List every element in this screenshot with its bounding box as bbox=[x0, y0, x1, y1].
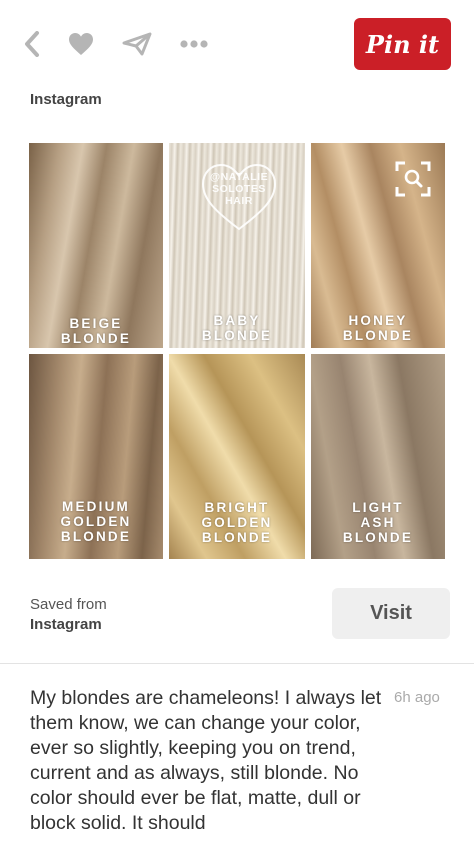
saved-from-source[interactable]: Instagram bbox=[30, 616, 102, 633]
divider bbox=[0, 663, 474, 664]
top-toolbar: Pin it bbox=[0, 0, 474, 88]
tile-label: HONEY BLONDE bbox=[342, 313, 414, 343]
watermark-text: @NATALIE SOLOTES HAIR bbox=[209, 171, 269, 207]
tile-label: BRIGHT GOLDEN BLONDE bbox=[201, 500, 273, 545]
tile-label: BEIGE BLONDE bbox=[60, 316, 132, 346]
zoom-button[interactable] bbox=[395, 161, 431, 197]
back-chevron-icon[interactable] bbox=[20, 28, 44, 60]
pin-it-button[interactable]: Pin it bbox=[354, 18, 451, 70]
pin-image[interactable]: BEIGE BLONDE @NATALIE SOLOTES HAIR BABY … bbox=[29, 143, 445, 559]
heart-icon[interactable] bbox=[66, 28, 96, 60]
tile-label: BABY BLONDE bbox=[201, 313, 273, 343]
zoom-icon bbox=[395, 161, 431, 197]
pin-description: My blondes are chameleons! I always let … bbox=[30, 687, 382, 834]
pin-source-label[interactable]: Instagram bbox=[30, 91, 102, 108]
saved-from-label: Saved from bbox=[30, 596, 107, 613]
hair-swatch-honey-blonde: HONEY BLONDE bbox=[311, 143, 445, 348]
more-dots-icon[interactable] bbox=[177, 28, 211, 60]
tile-label: MEDIUM GOLDEN BLONDE bbox=[60, 499, 132, 544]
hair-swatch-medium-golden-blonde: MEDIUM GOLDEN BLONDE bbox=[29, 354, 163, 559]
hair-swatch-bright-golden-blonde: BRIGHT GOLDEN BLONDE bbox=[169, 354, 305, 559]
timestamp: 6h ago bbox=[394, 689, 440, 706]
hair-swatch-baby-blonde: @NATALIE SOLOTES HAIR BABY BLONDE bbox=[169, 143, 305, 348]
tile-label: LIGHT ASH BLONDE bbox=[342, 500, 414, 545]
hair-swatch-light-ash-blonde: LIGHT ASH BLONDE bbox=[311, 354, 445, 559]
send-icon[interactable] bbox=[120, 28, 154, 60]
visit-button[interactable]: Visit bbox=[332, 588, 450, 639]
hair-swatch-beige-blonde: BEIGE BLONDE bbox=[29, 143, 163, 348]
